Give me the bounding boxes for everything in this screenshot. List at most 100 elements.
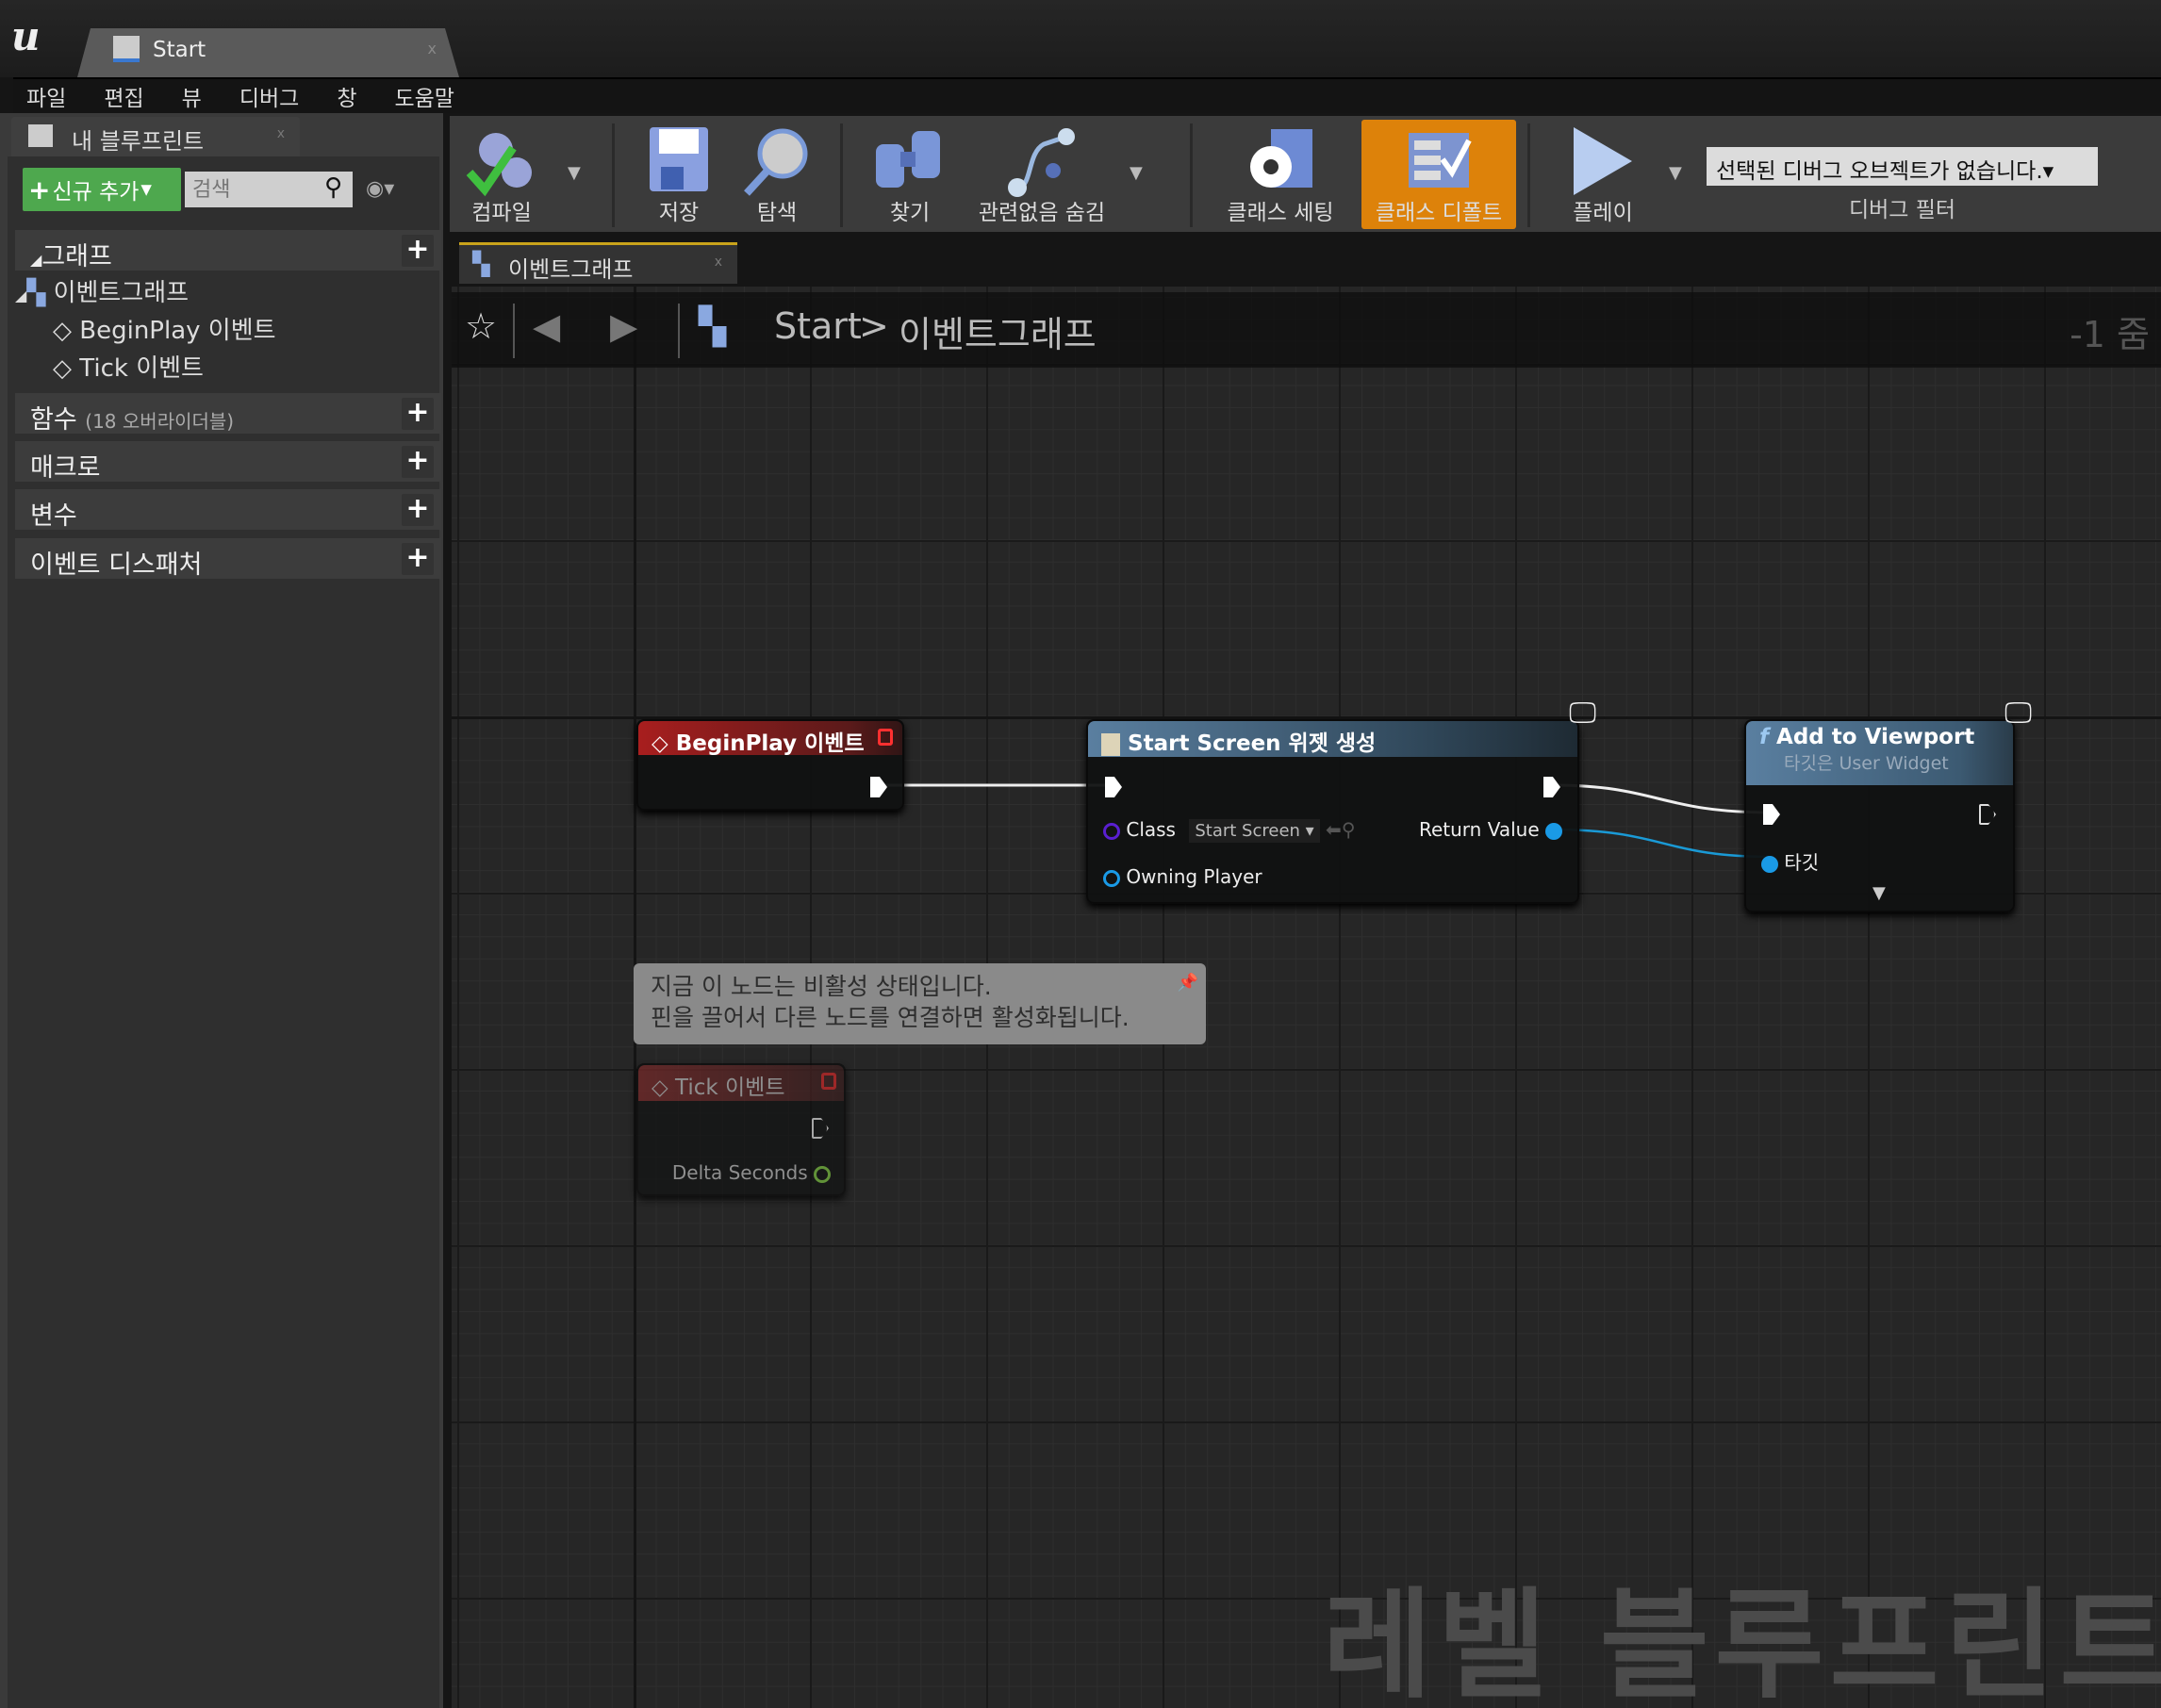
play-label: 플레이 — [1573, 201, 1633, 225]
node-title: Tick 이벤트 — [675, 1076, 785, 1100]
class-settings-gear-icon — [1250, 129, 1312, 188]
return-value-pin[interactable]: Return Value — [1419, 818, 1562, 841]
plus-icon: + — [28, 173, 51, 205]
close-icon[interactable]: x — [715, 255, 722, 270]
section-functions[interactable]: 함수 (18 오버라이더블) + — [15, 393, 441, 435]
exec-input-pin[interactable] — [1105, 777, 1122, 797]
expand-arrow-icon[interactable]: ▼ — [1872, 883, 1886, 903]
save-label: 저장 — [658, 201, 700, 225]
my-blueprint-tab[interactable]: 내 블루프린트 x — [11, 117, 300, 156]
class-select[interactable]: Start Screen ▾ — [1189, 819, 1320, 843]
object-pin-icon — [1761, 855, 1778, 873]
tree-item-tick[interactable]: ◇ Tick 이벤트 — [53, 349, 204, 384]
class-defaults-button[interactable]: 클래스 디폴트 — [1361, 120, 1516, 229]
class-settings-button[interactable]: 클래스 세팅 — [1219, 116, 1342, 232]
node-header: ◇ BeginPlay 이벤트 — [638, 721, 902, 756]
node-header: Start Screen 위젯 생성 — [1088, 721, 1577, 757]
exec-input-pin[interactable] — [1763, 804, 1780, 825]
graph-icon: ▚ — [26, 279, 46, 307]
delegate-pin-icon[interactable] — [878, 729, 893, 746]
add-new-button[interactable]: + 신규 추가 ▾ — [23, 168, 181, 211]
add-variable-button[interactable]: + — [402, 494, 434, 526]
pin-label: Owning Player — [1126, 865, 1262, 888]
add-new-label: 신규 추가 — [52, 180, 140, 205]
node-add-to-viewport[interactable]: f Add to Viewport 타깃은 User Widget 🖵 타깃 ▼ — [1744, 697, 2032, 912]
exec-output-pin[interactable] — [1543, 777, 1560, 797]
separator — [1527, 123, 1530, 227]
class-settings-label: 클래스 세팅 — [1227, 201, 1334, 225]
target-pin[interactable]: 타깃 — [1761, 847, 1819, 875]
section-graphs[interactable]: ◢그래프 + — [15, 230, 441, 271]
exec-output-pin[interactable] — [812, 1118, 829, 1139]
menu-window[interactable]: 창 — [337, 80, 356, 112]
chevron-down-icon: ▾ — [2042, 159, 2054, 184]
owning-player-pin[interactable]: Owning Player — [1103, 865, 1262, 888]
float-pin-icon — [814, 1165, 831, 1183]
compile-label: 컴파일 — [471, 201, 532, 225]
browse-icon[interactable]: ⚲ — [1342, 818, 1356, 841]
tree-label: BeginPlay 이벤트 — [79, 317, 276, 345]
exec-output-pin[interactable] — [1979, 804, 1996, 825]
node-header: ◇ Tick 이벤트 — [638, 1065, 844, 1101]
compile-button[interactable]: 컴파일 — [450, 116, 553, 232]
browse-button[interactable]: 탐색 — [729, 116, 825, 232]
section-macros[interactable]: 매크로 + — [15, 441, 441, 483]
tab-event-graph[interactable]: ▚ 이벤트그래프 x — [459, 242, 737, 284]
hide-unrelated-label: 관련없음 숨김 — [978, 201, 1106, 225]
class-pin[interactable]: Class Start Screen ▾ ⬅⚲ — [1103, 818, 1355, 843]
node-beginplay-event[interactable]: ◇ BeginPlay 이벤트 — [636, 719, 904, 811]
my-blueprint-body: +신규 추가▾ ⚲ ◉▾ ◢그래프 + ◢▚ 이벤트그래프 ◇ BeginPla… — [8, 156, 441, 1708]
comment-line: 핀을 끌어서 다른 노드를 연결하면 활성화됩니다. — [651, 1004, 1130, 1031]
pin-label: Class — [1126, 818, 1176, 841]
document-tab-start[interactable]: Start x — [77, 28, 459, 77]
tree-item-event-graph[interactable]: ◢▚ 이벤트그래프 — [15, 273, 189, 308]
play-options-caret-icon[interactable]: ▼ — [1669, 163, 1682, 183]
node-tick-event[interactable]: ◇ Tick 이벤트 Delta Seconds — [636, 1063, 846, 1196]
pin-icon[interactable]: 📌 — [1178, 967, 1198, 998]
use-selected-arrow-icon[interactable]: ⬅ — [1326, 818, 1342, 841]
section-label: 이벤트 디스패처 — [30, 550, 203, 580]
document-tab-label: Start — [153, 38, 206, 62]
menu-debug[interactable]: 디버그 — [239, 80, 299, 112]
delta-seconds-pin[interactable]: Delta Seconds — [672, 1161, 831, 1184]
tree-label: 이벤트그래프 — [53, 279, 190, 307]
debug-filter-label: 디버그 필터 — [1848, 198, 1956, 222]
section-label: 변수 — [30, 501, 77, 531]
hide-unrelated-options-caret-icon[interactable]: ▼ — [1130, 163, 1143, 183]
menu-view[interactable]: 뷰 — [182, 80, 202, 112]
object-pin-icon — [1545, 822, 1562, 840]
node-subtitle: 타깃은 User Widget — [1784, 753, 1949, 774]
chevron-down-icon: ▾ — [140, 177, 152, 202]
save-button[interactable]: 저장 — [629, 116, 729, 232]
close-icon[interactable]: x — [277, 126, 285, 141]
menu-edit[interactable]: 편집 — [104, 80, 143, 112]
add-macro-button[interactable]: + — [402, 446, 434, 478]
close-tab-button[interactable]: x — [428, 40, 437, 57]
hide-unrelated-button[interactable]: 관련없음 숨김 — [966, 116, 1117, 232]
comment-line: 지금 이 노드는 비활성 상태입니다. — [651, 973, 992, 1000]
debug-object-value: 선택된 디버그 오브젝트가 없습니다. — [1716, 159, 2043, 184]
add-dispatcher-button[interactable]: + — [402, 543, 434, 575]
search-icon[interactable]: ⚲ — [324, 173, 342, 202]
add-graph-button[interactable]: + — [402, 235, 434, 267]
view-options-icon[interactable]: ◉▾ — [366, 177, 394, 201]
node-create-widget[interactable]: Start Screen 위젯 생성 🖵 Class Start Screen … — [1086, 697, 1596, 904]
add-function-button[interactable]: + — [402, 398, 434, 430]
book-icon — [28, 124, 53, 147]
compile-options-caret-icon[interactable]: ▼ — [568, 163, 581, 183]
my-blueprint-tab-label: 내 블루프린트 — [72, 128, 205, 155]
section-variables[interactable]: 변수 + — [15, 489, 441, 531]
delegate-pin-icon[interactable] — [821, 1073, 836, 1090]
disabled-node-comment: 지금 이 노드는 비활성 상태입니다. 핀을 끌어서 다른 노드를 연결하면 활… — [634, 963, 1206, 1044]
section-dispatchers[interactable]: 이벤트 디스패처 + — [15, 538, 441, 580]
tree-item-beginplay[interactable]: ◇ BeginPlay 이벤트 — [53, 311, 276, 346]
node-title: Add to Viewport — [1776, 725, 1975, 749]
menu-help[interactable]: 도움말 — [394, 80, 454, 112]
exec-output-pin[interactable] — [870, 777, 887, 797]
graph-canvas[interactable]: ☆ ◀ ▶ ▚ Start > 이벤트그래프 -1 줌 ◇ BeginPlay … — [452, 287, 2161, 1708]
play-button[interactable]: 플레이 — [1551, 116, 1655, 232]
pin-label: Return Value — [1418, 818, 1540, 841]
find-button[interactable]: 찾기 — [861, 116, 959, 232]
debug-object-select[interactable]: 선택된 디버그 오브젝트가 없습니다.▾ — [1707, 147, 2098, 186]
menu-file[interactable]: 파일 — [26, 80, 66, 112]
